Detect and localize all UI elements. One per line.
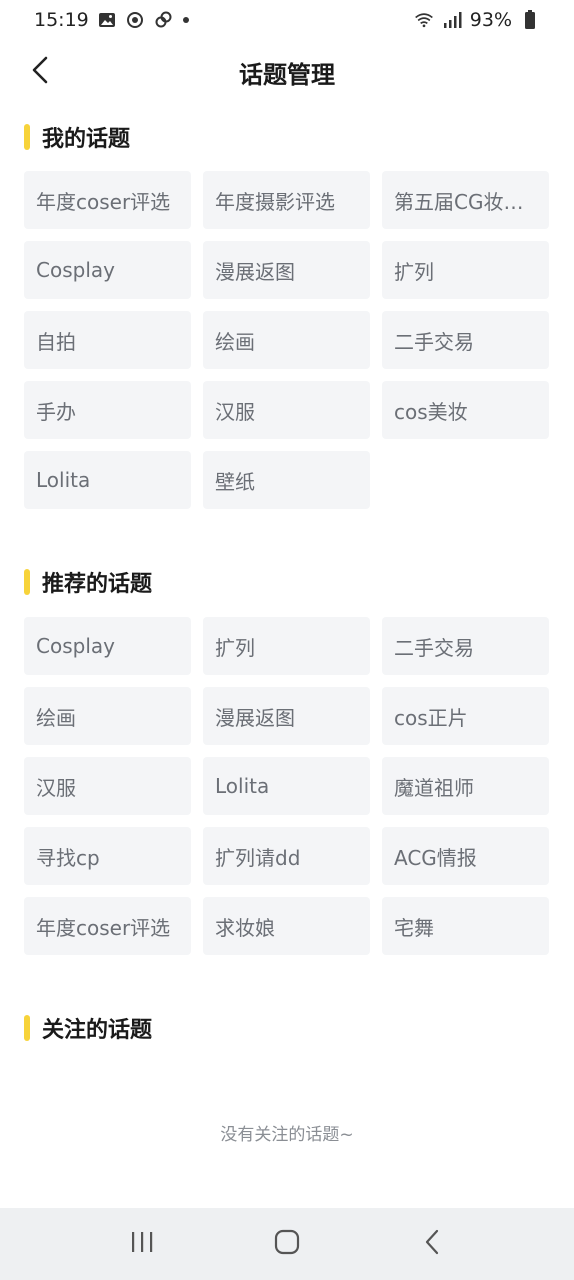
status-bar: 15:19 93% <box>0 0 574 40</box>
home-button[interactable] <box>257 1214 317 1274</box>
my-topic-chip[interactable]: 壁纸 <box>203 451 370 509</box>
section-followed-topics-title: 关注的话题 <box>24 1012 152 1044</box>
my-topic-chip[interactable]: Lolita <box>24 451 191 509</box>
my-topic-chip[interactable]: 二手交易 <box>382 311 549 369</box>
recommended-topic-chip[interactable]: 汉服 <box>24 757 191 815</box>
topic-label: 年度coser评选 <box>36 915 171 940</box>
recommended-topic-chip[interactable]: 扩列请dd <box>203 827 370 885</box>
topic-label: 二手交易 <box>394 635 474 660</box>
topic-label: Cosplay <box>36 258 115 282</box>
my-topic-chip[interactable]: 漫展返图 <box>203 241 370 299</box>
home-icon <box>274 1229 300 1259</box>
image-icon <box>97 10 117 30</box>
topic-label: cos正片 <box>394 705 468 730</box>
section-title-text: 我的话题 <box>42 127 131 152</box>
topic-label: Lolita <box>215 774 270 798</box>
recommended-topic-chip[interactable]: ACG情报 <box>382 827 549 885</box>
topic-label: cos美妆 <box>394 399 468 424</box>
recommended-topic-chip[interactable]: 年度coser评选 <box>24 897 191 955</box>
section-accent-bar <box>24 124 30 150</box>
recent-apps-icon <box>129 1230 155 1258</box>
recommended-topic-chip[interactable]: 宅舞 <box>382 897 549 955</box>
topic-label: 扩列 <box>394 259 434 284</box>
topic-label: 年度coser评选 <box>36 189 171 214</box>
system-back-button[interactable] <box>402 1214 462 1274</box>
status-time: 15:19 <box>34 9 89 31</box>
header: 话题管理 <box>0 40 574 104</box>
wifi-icon <box>414 10 434 30</box>
signal-icon <box>442 10 462 30</box>
link-icon <box>153 10 173 30</box>
status-left: 15:19 <box>34 9 189 31</box>
followed-topics-empty-text: 没有关注的话题~ <box>220 1125 354 1145</box>
topic-label: 汉服 <box>215 399 255 424</box>
recommended-topic-chip[interactable]: 求妆娘 <box>203 897 370 955</box>
topic-label: 漫展返图 <box>215 259 295 284</box>
recommended-topic-chip[interactable]: 绘画 <box>24 687 191 745</box>
recommended-topic-chip[interactable]: 漫展返图 <box>203 687 370 745</box>
my-topic-chip[interactable]: 汉服 <box>203 381 370 439</box>
topic-label: Lolita <box>36 468 91 492</box>
topic-label: ACG情报 <box>394 845 477 870</box>
my-topic-chip[interactable]: Cosplay <box>24 241 191 299</box>
section-title-text: 推荐的话题 <box>42 572 153 597</box>
topic-label: 绘画 <box>36 705 76 730</box>
topic-label: 第五届CG妆… <box>394 189 524 214</box>
system-nav-bar <box>0 1208 574 1280</box>
page-title: 话题管理 <box>239 60 335 89</box>
my-topic-chip[interactable]: 第五届CG妆… <box>382 171 549 229</box>
my-topic-chip[interactable]: cos美妆 <box>382 381 549 439</box>
sync-icon <box>125 10 145 30</box>
topic-label: 宅舞 <box>394 915 434 940</box>
section-accent-bar <box>24 1015 30 1041</box>
recent-apps-button[interactable] <box>112 1214 172 1274</box>
section-accent-bar <box>24 569 30 595</box>
topic-label: 二手交易 <box>394 329 474 354</box>
section-recommended-topics-title: 推荐的话题 <box>24 566 152 598</box>
section-my-topics-title: 我的话题 <box>24 121 130 153</box>
topic-label: 寻找cp <box>36 845 100 870</box>
topic-label: 求妆娘 <box>215 915 275 940</box>
topic-label: 漫展返图 <box>215 705 295 730</box>
topic-label: 壁纸 <box>215 469 255 494</box>
topic-label: 汉服 <box>36 775 76 800</box>
recommended-topic-chip[interactable]: Lolita <box>203 757 370 815</box>
topic-label: 扩列 <box>215 635 255 660</box>
topic-label: 手办 <box>36 399 76 424</box>
recommended-topic-chip[interactable]: cos正片 <box>382 687 549 745</box>
back-icon <box>423 1228 441 1260</box>
my-topic-chip[interactable]: 年度摄影评选 <box>203 171 370 229</box>
recommended-topic-chip[interactable]: Cosplay <box>24 617 191 675</box>
my-topic-chip[interactable]: 年度coser评选 <box>24 171 191 229</box>
chevron-left-icon <box>29 55 51 89</box>
my-topic-chip[interactable]: 自拍 <box>24 311 191 369</box>
my-topic-chip[interactable]: 绘画 <box>203 311 370 369</box>
status-right: 93% <box>414 9 540 31</box>
topic-label: 年度摄影评选 <box>215 189 335 214</box>
topic-label: Cosplay <box>36 634 115 658</box>
my-topics-grid: 年度coser评选 年度摄影评选 第五届CG妆… Cosplay 漫展返图 扩列自拍 绘画 二… <box>24 171 550 509</box>
recommended-topics-grid: Cosplay 扩列 二手交易绘画 漫展返图 cos正片汉服 Lolita 魔道祖师寻找cp… <box>24 617 550 955</box>
battery-icon <box>520 10 540 30</box>
back-button[interactable] <box>20 50 60 94</box>
topic-label: 绘画 <box>215 329 255 354</box>
my-topic-chip[interactable]: 手办 <box>24 381 191 439</box>
recommended-topic-chip[interactable]: 二手交易 <box>382 617 549 675</box>
my-topic-chip[interactable]: 扩列 <box>382 241 549 299</box>
topic-label: 魔道祖师 <box>394 775 474 800</box>
battery-percent: 93% <box>469 9 512 31</box>
section-title-text: 关注的话题 <box>42 1018 153 1043</box>
recommended-topic-chip[interactable]: 寻找cp <box>24 827 191 885</box>
notification-dot-icon <box>182 17 189 23</box>
recommended-topic-chip[interactable]: 魔道祖师 <box>382 757 549 815</box>
recommended-topic-chip[interactable]: 扩列 <box>203 617 370 675</box>
topic-label: 自拍 <box>36 329 76 354</box>
topic-label: 扩列请dd <box>215 845 301 870</box>
